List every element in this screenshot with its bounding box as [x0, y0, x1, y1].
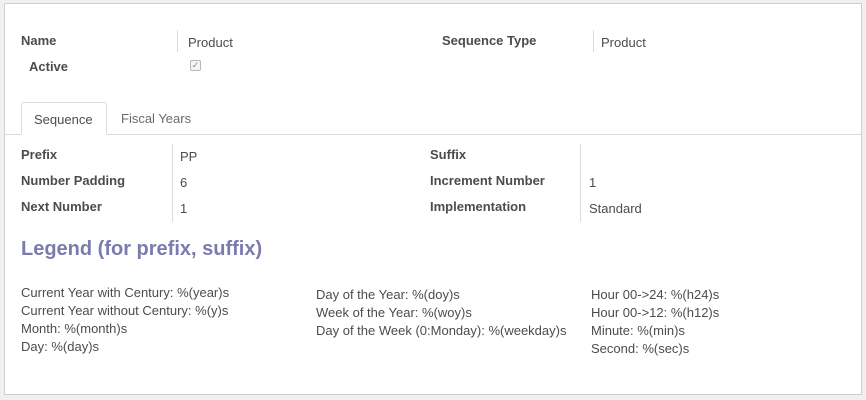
active-checkbox[interactable]: ✓ [190, 60, 201, 71]
name-field[interactable]: Product [188, 35, 233, 50]
legend-item: Week of the Year: %(woy)s [316, 305, 472, 320]
active-label: Active [29, 59, 69, 74]
legend-item: Hour 00->24: %(h24)s [591, 287, 720, 302]
sequence-type-label: Sequence Type [442, 33, 537, 48]
legend-item: Second: %(sec)s [591, 341, 690, 356]
suffix-label: Suffix [430, 147, 467, 162]
increment-number-field[interactable]: 1 [589, 175, 596, 190]
prefix-field[interactable]: PP [180, 149, 197, 164]
legend-item: Hour 00->12: %(h12)s [591, 305, 720, 320]
legend-item: Day of the Year: %(doy)s [316, 287, 460, 302]
prefix-label: Prefix [21, 147, 58, 162]
number-padding-label: Number Padding [21, 173, 126, 188]
legend-column-time: Hour 00->24: %(h24)s Hour 00->12: %(h12)… [591, 286, 719, 358]
number-padding-field[interactable]: 6 [180, 175, 187, 190]
left-column-separator [172, 144, 173, 222]
tab-fiscal-years[interactable]: Fiscal Years [109, 102, 203, 135]
next-number-label: Next Number [21, 199, 102, 214]
name-separator [177, 30, 178, 52]
legend-item: Month: %(month)s [21, 321, 128, 336]
right-column-separator [580, 144, 581, 222]
tab-sequence[interactable]: Sequence [21, 102, 107, 135]
legend-item: Minute: %(min)s [591, 323, 685, 338]
legend-title: Legend (for prefix, suffix) [21, 238, 263, 260]
legend-item: Current Year without Century: %(y)s [21, 303, 229, 318]
implementation-label: Implementation [430, 199, 527, 214]
form-sheet: Name Product Active ✓ Sequence Type Prod… [4, 3, 862, 395]
legend-item: Current Year with Century: %(year)s [21, 285, 230, 300]
next-number-field[interactable]: 1 [180, 201, 187, 216]
legend-column-date: Current Year with Century: %(year)s Curr… [21, 284, 229, 356]
name-label: Name [21, 33, 57, 48]
increment-number-label: Increment Number [430, 173, 545, 188]
checkmark-icon: ✓ [191, 60, 200, 70]
sequence-type-separator [593, 30, 594, 52]
implementation-field[interactable]: Standard [589, 201, 642, 216]
legend-item: Day: %(day)s [21, 339, 100, 354]
sequence-type-field[interactable]: Product [601, 35, 646, 50]
legend-item: Day of the Week (0:Monday): %(weekday)s [316, 323, 567, 338]
legend-column-week: Day of the Year: %(doy)s Week of the Yea… [316, 286, 566, 340]
